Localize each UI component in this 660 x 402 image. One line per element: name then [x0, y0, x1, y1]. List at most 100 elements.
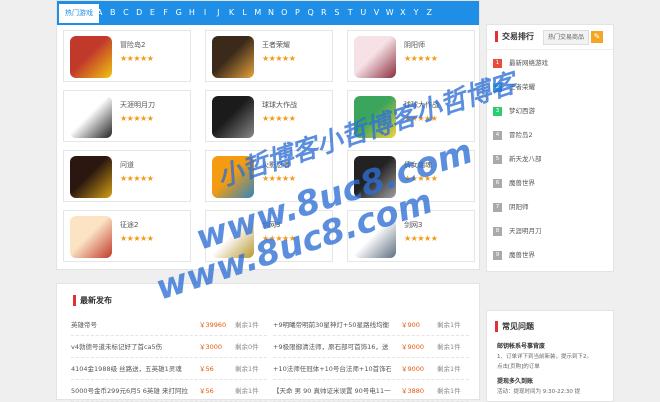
listing-row[interactable]: v4勃德号道未标记好了首ca5伤 ￥3000 剩余0件	[71, 337, 267, 358]
game-logo[interactable]	[70, 36, 112, 78]
letter-filter-c[interactable]: C	[119, 1, 132, 25]
rating-stars: ★★★★★	[262, 54, 296, 63]
ranking-item[interactable]: 9 魔兽世界	[493, 248, 535, 262]
game-logo[interactable]	[212, 96, 254, 138]
listing-row[interactable]: +9极限御清法师，原石部可首饰16，送 ￥9000 剩余1件	[273, 337, 469, 358]
rank-number: 5	[493, 154, 502, 164]
ranking-label[interactable]: 阴阳师	[509, 203, 529, 211]
trade-ranking-panel: 交易排行 热门交易商品 ✎ 1 最新网络游戏 2 王者荣耀 3 梦幻西游 4 冒险岛2 5 新天龙…	[486, 24, 614, 272]
ranking-label[interactable]: 冒险岛2	[509, 131, 533, 139]
listing-title[interactable]: 【天命 男 90 真帅证米误置 90号电11一	[273, 381, 391, 401]
letter-filter-i[interactable]: I	[199, 1, 212, 25]
ranking-label[interactable]: 天涯明月刀	[509, 227, 542, 235]
ranking-item[interactable]: 4 冒险岛2	[493, 128, 533, 142]
letter-filter-m[interactable]: M	[251, 1, 264, 25]
letter-filter-k[interactable]: K	[225, 1, 238, 25]
game-card[interactable]: 阴阳师 ★★★★★	[347, 30, 475, 82]
rating-stars: ★★★★★	[120, 174, 154, 183]
game-card[interactable]: 征途2 ★★★★★	[63, 210, 191, 262]
ranking-header: 交易排行 热门交易商品 ✎	[487, 25, 613, 50]
rating-stars: ★★★★★	[404, 54, 438, 63]
letter-filter-t[interactable]: T	[344, 1, 357, 25]
rank-number: 6	[493, 178, 502, 188]
game-logo[interactable]	[70, 156, 112, 198]
listing-row[interactable]: 【天命 男 90 真帅证米误置 90号电11一 ￥3880 剩余1件	[273, 381, 469, 402]
letter-filter-e[interactable]: E	[146, 1, 159, 25]
ranking-item[interactable]: 7 阴阳师	[493, 200, 529, 214]
listing-row[interactable]: +9明曦帝明前30星神灯+50星路线均衡 ￥900 剩余1件	[273, 315, 469, 336]
ranking-item[interactable]: 8 天涯明月刀	[493, 224, 542, 238]
letter-filter-b[interactable]: B	[106, 1, 119, 25]
ranking-title: 交易排行	[495, 31, 534, 42]
game-logo[interactable]	[70, 216, 112, 258]
rating-stars: ★★★★★	[262, 114, 296, 123]
game-card[interactable]: 王者荣耀 ★★★★★	[205, 30, 333, 82]
latest-title: 最新发布	[73, 295, 112, 306]
letter-filter-q[interactable]: Q	[304, 1, 317, 25]
ranking-label[interactable]: 魔兽世界	[509, 251, 535, 259]
letter-filter-h[interactable]: H	[185, 1, 198, 25]
ranking-item[interactable]: 3 梦幻西游	[493, 104, 535, 118]
game-name[interactable]: 球球大作战	[262, 100, 297, 110]
game-name[interactable]: 阴阳师	[404, 40, 425, 50]
listing-row[interactable]: 4104金1988级 丝路送，五英雄1灵魂 ￥56 剩余1件	[71, 359, 267, 380]
faq-answer: 1、订单详下到当前新装，提示到下2。	[497, 354, 592, 360]
listing-row[interactable]: 英雄帝号 ￥39960 剩余1件	[71, 315, 267, 336]
listing-title[interactable]: +9极限御清法师，原石部可首饰16，送	[273, 337, 391, 357]
rank-number: 4	[493, 130, 502, 140]
letter-filter-j[interactable]: J	[212, 1, 225, 25]
listing-row[interactable]: +10法师任冠体+10号台法师+10首饰石 ￥9000 剩余1件	[273, 359, 469, 380]
game-name[interactable]: 王者荣耀	[262, 40, 290, 50]
ranking-item[interactable]: 5 新天龙八部	[493, 152, 542, 166]
listing-title[interactable]: v4勃德号道未标记好了首ca5伤	[71, 337, 189, 357]
listing-title[interactable]: 4104金1988级 丝路送，五英雄1灵魂	[71, 359, 189, 379]
game-card[interactable]: 冒险岛2 ★★★★★	[63, 30, 191, 82]
edit-icon[interactable]: ✎	[591, 31, 603, 43]
ranking-label[interactable]: 魔兽世界	[509, 179, 535, 187]
letter-filter-l[interactable]: L	[238, 1, 251, 25]
listing-stock: 剩余1件	[437, 343, 461, 351]
letter-filter-w[interactable]: W	[383, 1, 396, 25]
game-logo[interactable]	[354, 36, 396, 78]
game-logo[interactable]	[212, 36, 254, 78]
game-card[interactable]: 天涯明月刀 ★★★★★	[63, 90, 191, 142]
listing-stock: 剩余1件	[437, 365, 461, 373]
game-name[interactable]: 天涯明月刀	[120, 100, 155, 110]
letter-filter-o[interactable]: O	[278, 1, 291, 25]
listing-title[interactable]: 英雄帝号	[71, 315, 189, 335]
letter-filter-g[interactable]: G	[172, 1, 185, 25]
game-name[interactable]: 问道	[120, 160, 134, 170]
letter-filter-d[interactable]: D	[133, 1, 146, 25]
latest-listings-panel: 最新发布 英雄帝号 ￥39960 剩余1件 +9明曦帝明前30星神灯+50星路线均衡 ￥…	[56, 283, 480, 402]
letter-filter-u[interactable]: U	[357, 1, 370, 25]
letter-filter-f[interactable]: F	[159, 1, 172, 25]
letter-filter-n[interactable]: N	[264, 1, 277, 25]
rank-number: 9	[493, 250, 502, 260]
game-card[interactable]: 问道 ★★★★★	[63, 150, 191, 202]
listing-row[interactable]: 5000号金币299元6月5 6英雄 来打阿拉 王 ￥56 剩余1件	[71, 381, 267, 402]
letter-filter-s[interactable]: S	[330, 1, 343, 25]
letter-filter-p[interactable]: P	[291, 1, 304, 25]
letter-filter-x[interactable]: X	[396, 1, 409, 25]
letter-filter-v[interactable]: V	[370, 1, 383, 25]
faq-question[interactable]: 提现多久到账	[497, 376, 533, 385]
game-logo[interactable]	[70, 96, 112, 138]
letter-filter-z[interactable]: Z	[423, 1, 436, 25]
game-name[interactable]: 征途2	[120, 220, 138, 230]
ranking-label[interactable]: 梦幻西游	[509, 107, 535, 115]
ranking-label[interactable]: 最新网络游戏	[509, 59, 548, 67]
listing-title[interactable]: +10法师任冠体+10号台法师+10首饰石	[273, 359, 391, 379]
letter-filter-r[interactable]: R	[317, 1, 330, 25]
ranking-label[interactable]: 新天龙八部	[509, 155, 542, 163]
game-name[interactable]: 冒险岛2	[120, 40, 145, 50]
tab-hot-trades[interactable]: 热门交易商品	[543, 30, 590, 45]
listing-title[interactable]: 5000号金币299元6月5 6英雄 来打阿拉 王	[71, 381, 189, 401]
letter-filter-bar: 热门游戏 ABCDEFGHIJKLMNOPQRSTUVWXYZ	[57, 1, 479, 25]
rating-stars: ★★★★★	[120, 234, 154, 243]
letter-filter-a[interactable]: A	[93, 1, 106, 25]
listing-title[interactable]: +9明曦帝明前30星神灯+50星路线均衡	[273, 315, 391, 335]
ranking-item[interactable]: 6 魔兽世界	[493, 176, 535, 190]
faq-question[interactable]: 邮钥帐系号事背废	[497, 341, 545, 350]
letter-filter-y[interactable]: Y	[410, 1, 423, 25]
rank-number: 3	[493, 106, 502, 116]
